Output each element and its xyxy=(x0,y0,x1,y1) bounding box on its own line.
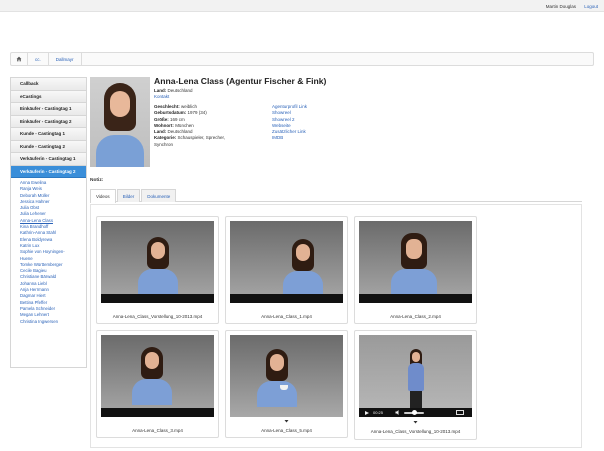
breadcrumb: cc. Dallmayr xyxy=(10,52,594,66)
video-filename[interactable]: Anna-Lena_Class_Vorstellung_10-2013.mp4 xyxy=(97,314,218,319)
video-card[interactable]: Anna-Lena_Class_2.mp4 xyxy=(354,216,477,324)
volume-icon[interactable] xyxy=(395,409,400,416)
profile-photo xyxy=(90,77,150,167)
imdb-link[interactable]: IMDB xyxy=(272,135,307,141)
download-icon[interactable] xyxy=(226,418,347,424)
profile-links: Agenturprofil Link Showreel Showreel 2 W… xyxy=(272,104,307,142)
sidebar-item-einkaeufer-1[interactable]: Einkäufer - Castingtag 1 xyxy=(11,103,86,116)
breadcrumb-home[interactable] xyxy=(11,53,28,65)
videos-panel: Anna-Lena_Class_Vorstellung_10-2013.mp4 … xyxy=(90,204,582,448)
profile-name: Anna-Lena Class (Agentur Fischer & Fink) xyxy=(154,76,327,86)
breadcrumb-item-cc[interactable]: cc. xyxy=(28,53,49,65)
sidebar-item-verkaeuferin-1[interactable]: Verkäuferin - Castingtag 1 xyxy=(11,153,86,166)
video-thumbnail[interactable] xyxy=(230,335,343,417)
top-bar: Martin Douglas Logout xyxy=(0,0,604,12)
video-card[interactable]: 00:25 Anna-Lena_Class_Vorstellung_10-201… xyxy=(354,330,477,440)
sidebar-item-kunde-1[interactable]: Kunde - Castingtag 1 xyxy=(11,128,86,141)
sidebar-item-ecastings[interactable]: eCastings xyxy=(11,90,86,103)
sidebar-item-einkaeufer-2[interactable]: Einkäufer - Castingtag 2 xyxy=(11,115,86,128)
sidebar-item-verkaeuferin-2[interactable]: Verkäuferin - Castingtag 2 xyxy=(11,165,86,178)
breadcrumb-item-dallmayr[interactable]: Dallmayr xyxy=(49,53,82,65)
tab-dokumente[interactable]: Dokumente xyxy=(141,189,177,202)
video-card[interactable]: Anna-Lena_Class_Vorstellung_10-2013.mp4 xyxy=(96,216,219,324)
fullscreen-icon[interactable] xyxy=(456,410,464,415)
video-card[interactable]: Anna-Lena_Class_3.mp4 xyxy=(96,330,219,438)
list-item[interactable]: Christina Ingwersen xyxy=(20,319,86,325)
download-icon[interactable] xyxy=(355,419,476,425)
sidebar: Callback eCastings Einkäufer - Castingta… xyxy=(10,77,87,368)
video-filename[interactable]: Anna-Lena_Class_5.mp4 xyxy=(226,428,347,433)
video-card[interactable]: Anna-Lena_Class_5.mp4 xyxy=(225,330,348,438)
media-tabs: Videos Bilder Dokumente xyxy=(90,189,582,203)
video-filename[interactable]: Anna-Lena_Class_Vorstellung_10-2013.mp4 xyxy=(355,429,476,434)
sidebar-item-callback[interactable]: Callback xyxy=(11,78,86,91)
video-thumbnail[interactable] xyxy=(359,221,472,303)
play-icon[interactable] xyxy=(365,410,369,415)
video-time: 00:25 xyxy=(373,410,384,415)
logout-link[interactable]: Logout xyxy=(584,4,598,9)
kontakt-link[interactable]: Kontakt xyxy=(154,94,169,100)
home-icon xyxy=(16,56,22,62)
video-filename[interactable]: Anna-Lena_Class_1.mp4 xyxy=(226,314,347,319)
video-filename[interactable]: Anna-Lena_Class_2.mp4 xyxy=(355,314,476,319)
profile-details: Geschlecht: weiblich Geburtsdatum: 1979 … xyxy=(154,104,226,147)
land-label: Land: xyxy=(154,88,167,93)
notiz-label: Notiz: xyxy=(90,178,104,183)
volume-slider[interactable] xyxy=(404,410,425,415)
tab-videos[interactable]: Videos xyxy=(90,189,116,203)
video-player[interactable]: 00:25 xyxy=(359,335,472,417)
sidebar-item-kunde-2[interactable]: Kunde - Castingtag 2 xyxy=(11,140,86,153)
user-name: Martin Douglas xyxy=(545,4,576,9)
video-controls: 00:25 xyxy=(359,408,472,417)
video-thumbnail[interactable] xyxy=(101,335,214,417)
people-list: Anna Ewelina Ranja Weis Deborah Müller J… xyxy=(11,178,86,325)
video-thumbnail[interactable] xyxy=(101,221,214,303)
land-value: Deutschland xyxy=(167,88,193,93)
tab-bilder[interactable]: Bilder xyxy=(116,189,141,202)
video-thumbnail[interactable] xyxy=(230,221,343,303)
video-card[interactable]: Anna-Lena_Class_1.mp4 xyxy=(225,216,348,324)
video-filename[interactable]: Anna-Lena_Class_3.mp4 xyxy=(97,428,218,433)
